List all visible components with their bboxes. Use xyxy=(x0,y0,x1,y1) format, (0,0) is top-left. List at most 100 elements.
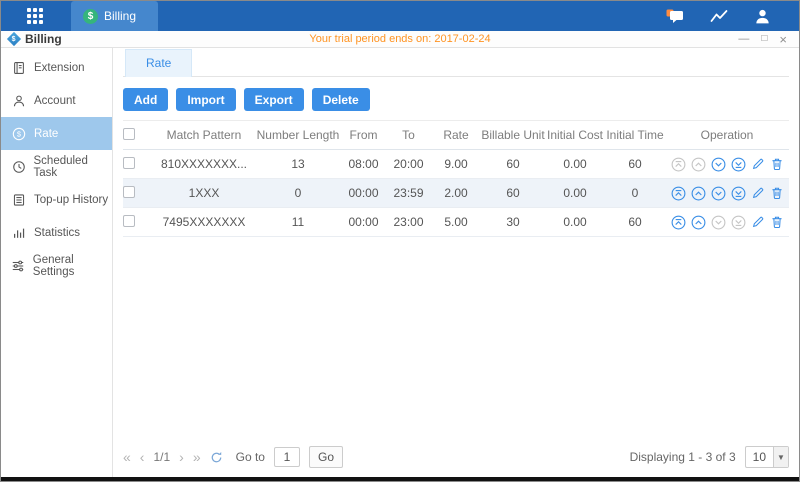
cell-initial-time: 60 xyxy=(605,157,665,171)
pagination-controls: « ‹ 1/1 › » Go to Go xyxy=(123,446,343,468)
sidebar-item-account[interactable]: Account xyxy=(1,84,112,117)
delete-icon[interactable] xyxy=(770,186,784,200)
cell-to: 23:59 xyxy=(386,186,431,200)
go-button[interactable]: Go xyxy=(309,446,343,468)
pagination-summary: Displaying 1 - 3 of 3 10 ▼ xyxy=(630,446,789,468)
cell-match-pattern: 1XXX xyxy=(153,186,255,200)
sidebar-item-rate[interactable]: $ Rate xyxy=(1,117,112,150)
cell-initial-cost: 0.00 xyxy=(545,186,605,200)
cell-initial-time: 60 xyxy=(605,215,665,229)
goto-page-input[interactable] xyxy=(274,447,300,467)
app-title-group: $ Billing xyxy=(9,32,62,46)
move-top-icon[interactable] xyxy=(671,186,686,201)
header-rate: Rate xyxy=(431,128,481,142)
tab-rate[interactable]: Rate xyxy=(125,49,192,77)
move-top-icon[interactable] xyxy=(671,157,686,172)
export-button[interactable]: Export xyxy=(244,88,304,111)
sidebar-label: Account xyxy=(34,95,76,107)
rate-table-body: 810XXXXXXX... 13 08:00 20:00 9.00 60 0.0… xyxy=(123,150,789,237)
next-page-button[interactable]: › xyxy=(179,450,184,464)
cell-number-length: 13 xyxy=(255,157,341,171)
cell-initial-time: 0 xyxy=(605,186,665,200)
import-button[interactable]: Import xyxy=(176,88,235,111)
first-page-button[interactable]: « xyxy=(123,450,131,464)
move-top-icon[interactable] xyxy=(671,215,686,230)
sidebar-item-extension[interactable]: Extension xyxy=(1,51,112,84)
sidebar-label: Extension xyxy=(34,62,85,74)
edit-icon[interactable] xyxy=(751,186,765,200)
row-checkbox[interactable] xyxy=(123,186,135,198)
move-down-icon[interactable] xyxy=(711,186,726,201)
last-page-button[interactable]: » xyxy=(193,450,201,464)
maximize-button[interactable]: □ xyxy=(761,34,767,44)
toolbar: Add Import Export Delete xyxy=(123,77,789,120)
trial-notice: Your trial period ends on: 2017-02-24 xyxy=(1,33,799,45)
sidebar: Extension Account $ Rate xyxy=(1,48,113,477)
billing-window: $ Billing xyxy=(0,0,800,482)
cell-initial-cost: 0.00 xyxy=(545,215,605,229)
cell-to: 23:00 xyxy=(386,215,431,229)
notifications-icon[interactable] xyxy=(666,8,684,24)
add-button[interactable]: Add xyxy=(123,88,168,111)
displaying-text: Displaying 1 - 3 of 3 xyxy=(630,450,736,464)
app-title: Billing xyxy=(25,32,62,46)
cell-number-length: 11 xyxy=(255,215,341,229)
move-down-icon[interactable] xyxy=(711,157,726,172)
sidebar-item-topup-history[interactable]: Top-up History xyxy=(1,183,112,216)
edit-icon[interactable] xyxy=(751,157,765,171)
close-button[interactable]: × xyxy=(779,33,787,46)
edit-icon[interactable] xyxy=(751,215,765,229)
scheduled-task-icon xyxy=(11,160,27,174)
row-checkbox[interactable] xyxy=(123,157,135,169)
cell-match-pattern: 810XXXXXXX... xyxy=(153,157,255,171)
delete-icon[interactable] xyxy=(770,215,784,229)
cell-billable-unit: 60 xyxy=(481,157,545,171)
cell-to: 20:00 xyxy=(386,157,431,171)
sidebar-item-general-settings[interactable]: General Settings xyxy=(1,249,112,282)
topup-history-icon xyxy=(11,193,27,207)
page-size-select[interactable]: 10 ▼ xyxy=(745,446,789,468)
sidebar-label: Scheduled Task xyxy=(34,155,113,179)
page-indicator: 1/1 xyxy=(153,450,170,464)
move-bottom-icon[interactable] xyxy=(731,157,746,172)
svg-text:$: $ xyxy=(17,129,22,138)
pagination-bar: « ‹ 1/1 › » Go to Go Di xyxy=(123,446,789,468)
cell-from: 00:00 xyxy=(341,215,386,229)
billing-tab-label: Billing xyxy=(104,9,136,23)
top-navigation-bar: $ Billing xyxy=(1,1,799,31)
general-settings-icon xyxy=(11,259,26,273)
delete-button[interactable]: Delete xyxy=(312,88,370,111)
header-to: To xyxy=(386,128,431,142)
sidebar-item-scheduled-task[interactable]: Scheduled Task xyxy=(1,150,112,183)
select-all-checkbox[interactable] xyxy=(123,128,135,140)
move-bottom-icon[interactable] xyxy=(731,186,746,201)
apps-grid-icon[interactable] xyxy=(27,8,43,24)
user-account-icon[interactable] xyxy=(754,8,771,25)
header-initial-cost: Initial Cost xyxy=(545,128,605,142)
extension-icon xyxy=(11,61,27,75)
move-bottom-icon[interactable] xyxy=(731,215,746,230)
move-up-icon[interactable] xyxy=(691,215,706,230)
minimize-button[interactable]: — xyxy=(738,34,749,45)
window-bottom-edge xyxy=(1,477,799,481)
billing-app-tab[interactable]: $ Billing xyxy=(71,1,158,31)
statistics-chart-icon[interactable] xyxy=(710,9,728,23)
content-tab-row: Rate xyxy=(123,48,789,77)
header-number-length: Number Length xyxy=(255,128,341,142)
header-from: From xyxy=(341,128,386,142)
row-checkbox[interactable] xyxy=(123,215,135,227)
sidebar-label: General Settings xyxy=(33,254,112,278)
billing-logo-icon: $ xyxy=(7,32,21,46)
cell-billable-unit: 30 xyxy=(481,215,545,229)
move-up-icon[interactable] xyxy=(691,157,706,172)
prev-page-button[interactable]: ‹ xyxy=(140,450,145,464)
move-down-icon[interactable] xyxy=(711,215,726,230)
goto-label: Go to xyxy=(236,450,265,464)
rate-icon: $ xyxy=(11,127,27,141)
cell-rate: 2.00 xyxy=(431,186,481,200)
sidebar-item-statistics[interactable]: Statistics xyxy=(1,216,112,249)
delete-icon[interactable] xyxy=(770,157,784,171)
cell-initial-cost: 0.00 xyxy=(545,157,605,171)
move-up-icon[interactable] xyxy=(691,186,706,201)
refresh-icon[interactable] xyxy=(210,451,223,464)
